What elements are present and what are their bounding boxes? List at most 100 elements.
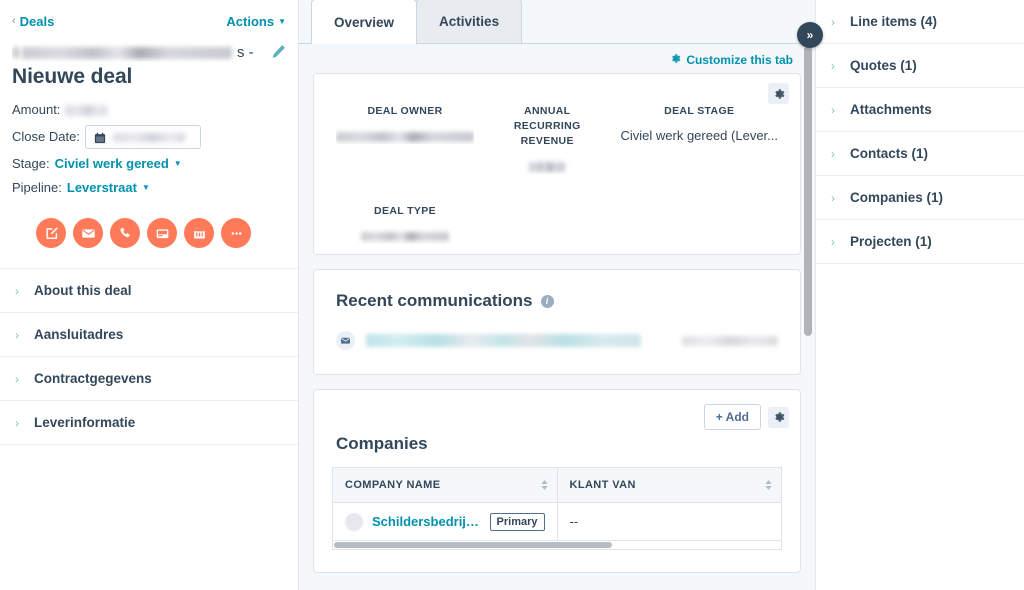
property-label: DEAL TYPE: [374, 205, 436, 217]
sidebar-section-leverinformatie[interactable]: › Leverinformatie: [0, 400, 298, 445]
email-icon: [336, 331, 355, 350]
chevron-right-icon: ›: [15, 327, 19, 342]
double-chevron-right-icon: »: [806, 28, 814, 42]
sidebar-section-aansluitadres[interactable]: › Aansluitadres: [0, 312, 298, 356]
sidebar-topbar: ‹ Deals Actions ▼: [0, 0, 298, 33]
companies-settings-gear-icon[interactable]: [768, 406, 789, 428]
tab-label: Activities: [439, 14, 500, 29]
deal-company-name: s -: [12, 43, 263, 62]
deal-properties-card: DEAL OWNER ANNUAL RECURRING REVENUE DEAL…: [313, 73, 801, 255]
left-sidebar: ‹ Deals Actions ▼ s - Nieuwe deal Amount…: [0, 0, 299, 590]
redacted-value: [336, 131, 474, 142]
tab-label: Overview: [334, 14, 395, 30]
property-deal-owner: DEAL OWNER: [326, 104, 484, 174]
right-section-companies[interactable]: › Companies (1): [816, 176, 1024, 220]
chevron-down-icon[interactable]: ▼: [174, 155, 182, 173]
chevron-right-icon: ›: [831, 146, 835, 161]
chevron-right-icon: ›: [15, 371, 19, 386]
column-header-klant-van[interactable]: KLANT VAN: [557, 467, 782, 503]
property-value: [336, 227, 474, 244]
redacted-value: [361, 232, 449, 242]
close-date-label: Close Date:: [12, 129, 80, 144]
close-date-input[interactable]: [84, 125, 201, 149]
sidebar-section-label: Aansluitadres: [34, 327, 124, 342]
chevron-down-icon[interactable]: ▼: [142, 179, 150, 197]
sidebar-section-about-this-deal[interactable]: › About this deal: [0, 268, 298, 312]
communication-date-redacted: [681, 335, 778, 346]
actions-dropdown[interactable]: Actions ▼: [226, 14, 286, 29]
collapse-right-panel-button[interactable]: »: [797, 22, 823, 48]
meeting-icon[interactable]: [184, 218, 214, 248]
right-section-attachments[interactable]: › Attachments: [816, 88, 1024, 132]
company-suffix: s -: [237, 44, 254, 61]
right-section-label: Attachments: [850, 102, 932, 117]
sidebar-section-contractgegevens[interactable]: › Contractgegevens: [0, 356, 298, 400]
chevron-left-icon: ‹: [12, 15, 16, 27]
recent-communications-body: Recent communications i: [314, 270, 800, 374]
cell-klant-van: --: [557, 502, 782, 541]
edit-pencil-icon[interactable]: [269, 44, 286, 61]
property-label: DEAL OWNER: [367, 105, 443, 117]
customize-this-tab-link[interactable]: Customize this tab: [670, 53, 793, 67]
column-header-company-name[interactable]: COMPANY NAME: [332, 467, 558, 503]
sort-icon[interactable]: [765, 480, 772, 490]
property-annual-recurring-revenue: ANNUAL RECURRING REVENUE: [484, 104, 610, 174]
property-label: DEAL STAGE: [664, 105, 735, 117]
sort-icon[interactable]: [540, 480, 548, 490]
cell-company-name: Schildersbedrijf... Primary: [332, 502, 558, 541]
stage-field: Stage: Civiel werk gereed ▼: [0, 152, 298, 176]
calendar-icon: [94, 131, 106, 144]
sidebar-section-label: About this deal: [34, 283, 132, 298]
table-horizontal-scrollbar[interactable]: [332, 541, 782, 550]
card-title-text: Recent communications: [336, 291, 533, 310]
note-icon[interactable]: [36, 218, 66, 248]
pipeline-field: Pipeline: Leverstraat ▼: [0, 176, 298, 200]
property-value: [336, 127, 474, 144]
chevron-right-icon: ›: [831, 234, 835, 249]
chevron-right-icon: ›: [831, 58, 835, 73]
sidebar-section-label: Leverinformatie: [34, 415, 136, 430]
right-section-projecten[interactable]: › Projecten (1): [816, 220, 1024, 264]
right-sidebar: › Line items (4) › Quotes (1) › Attachme…: [815, 0, 1024, 590]
customize-row: Customize this tab: [299, 44, 815, 73]
amount-field: Amount:: [0, 98, 298, 122]
right-section-quotes[interactable]: › Quotes (1): [816, 44, 1024, 88]
right-section-contacts[interactable]: › Contacts (1): [816, 132, 1024, 176]
right-section-label: Line items (4): [850, 14, 938, 29]
back-to-deals-link[interactable]: ‹ Deals: [12, 14, 54, 29]
company-link[interactable]: Schildersbedrijf...: [372, 514, 481, 529]
card-settings-gear-icon[interactable]: [768, 83, 789, 104]
tab-activities[interactable]: Activities: [416, 0, 523, 43]
deal-title: Nieuwe deal: [12, 65, 133, 88]
pipeline-value[interactable]: Leverstraat: [67, 179, 137, 197]
right-section-label: Contacts (1): [850, 146, 929, 161]
close-date-value-redacted: [112, 132, 185, 142]
call-icon[interactable]: [110, 218, 140, 248]
companies-table-body: Schildersbedrijf... Primary --: [332, 502, 782, 541]
chevron-right-icon: ›: [15, 415, 19, 430]
tab-overview[interactable]: Overview: [311, 0, 418, 44]
table-header-row: COMPANY NAME KLANT VAN: [332, 467, 782, 503]
table-row: Schildersbedrijf... Primary --: [332, 502, 782, 541]
stage-value[interactable]: Civiel werk gereed: [55, 155, 169, 173]
companies-table-head: COMPANY NAME KLANT VAN: [332, 467, 782, 503]
email-icon[interactable]: [73, 218, 103, 248]
scrollbar-thumb[interactable]: [334, 542, 612, 548]
main-vertical-scrollbar[interactable]: [804, 46, 812, 586]
log-icon[interactable]: [147, 218, 177, 248]
add-company-button[interactable]: + Add: [703, 404, 761, 430]
gear-icon: [670, 53, 681, 67]
chevron-down-icon: ▼: [278, 17, 286, 26]
right-section-line-items[interactable]: › Line items (4): [816, 0, 1024, 44]
scrollbar-thumb[interactable]: [804, 46, 812, 336]
communication-row[interactable]: [336, 331, 778, 350]
deal-company-row: s -: [0, 33, 298, 62]
info-icon[interactable]: i: [540, 294, 554, 308]
more-icon[interactable]: [221, 218, 251, 248]
redacted-text-block: [12, 47, 20, 58]
company-cell-inner: Schildersbedrijf... Primary: [345, 512, 545, 531]
right-section-label: Quotes (1): [850, 58, 917, 73]
amount-value-redacted: [65, 104, 108, 116]
property-value: [494, 157, 600, 174]
tab-bar: Overview Activities: [299, 0, 815, 44]
